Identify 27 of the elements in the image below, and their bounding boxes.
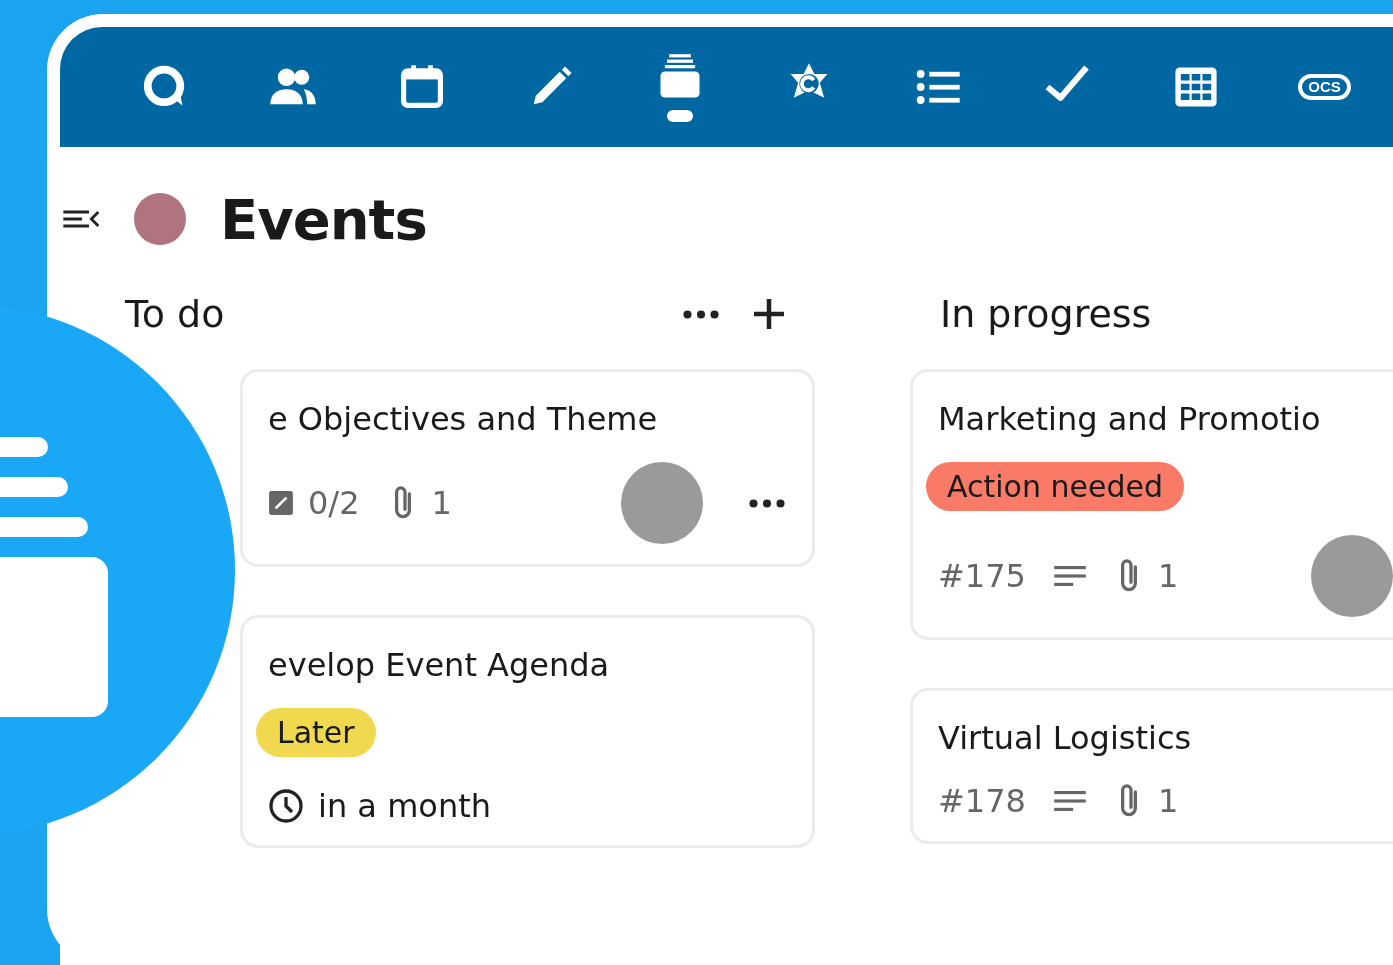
task-card[interactable]: e Objectives and Theme 0/2 1 — [240, 369, 815, 567]
task-card[interactable]: Marketing and Promotio Action needed #175 1 — [910, 369, 1393, 640]
document-icon — [0, 435, 110, 717]
checkbox-icon — [268, 490, 294, 516]
card-title: Marketing and Promotio — [938, 400, 1322, 438]
more-icon — [682, 309, 720, 319]
attachment-count: 1 — [1157, 557, 1179, 595]
label-tag: Action needed — [926, 462, 1184, 511]
attachment-count: 1 — [431, 484, 452, 522]
task-card[interactable]: evelop Event Agenda Later in a month — [240, 615, 815, 848]
due-date: in a month — [318, 787, 491, 825]
clock-icon — [268, 788, 304, 824]
column-title: To do — [125, 292, 226, 336]
task-card[interactable]: Virtual Logistics #178 1 — [910, 688, 1393, 844]
checklist-count: 0/2 — [308, 484, 360, 522]
app-button[interactable]: OCS — [1286, 42, 1363, 132]
card-number: #178 — [938, 782, 1026, 820]
card-number: #175 — [938, 557, 1026, 595]
plus-icon — [751, 296, 787, 332]
card-title: evelop Event Agenda — [268, 646, 611, 684]
column-title: In progress — [940, 292, 1153, 336]
board-title: Events — [220, 186, 427, 252]
attachment-count: 1 — [1157, 782, 1179, 820]
card-title: Virtual Logistics — [938, 719, 1193, 757]
card-title: e Objectives and Theme — [268, 400, 659, 438]
more-icon — [748, 498, 786, 508]
label-tag: Later — [256, 708, 376, 757]
